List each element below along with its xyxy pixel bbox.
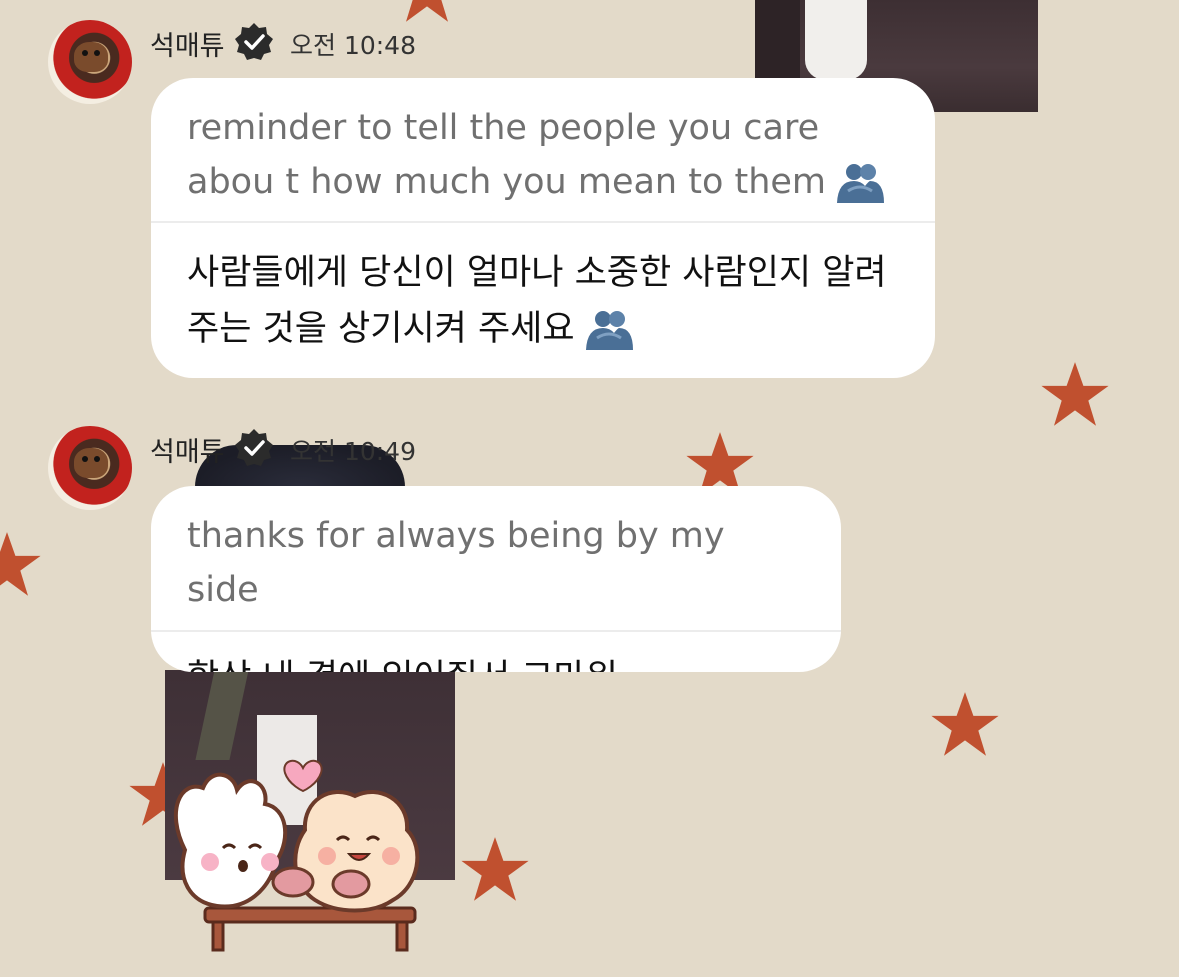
- avatar[interactable]: [48, 20, 132, 104]
- verified-badge-icon: [234, 22, 274, 62]
- star-decoration: [930, 690, 1000, 760]
- star-decoration: [392, 0, 462, 26]
- star-decoration: [0, 530, 42, 600]
- message-text-korean: 항상 내 곁에 있어줘서 고마워: [187, 650, 805, 672]
- hugging-people-icon: [834, 161, 886, 203]
- message-text-korean: 사람들에게 당신이 얼마나 소중한 사람인지 알려주는 것을 상기시켜 주세요: [187, 253, 887, 350]
- message-bubble[interactable]: reminder to tell the people you care abo…: [151, 78, 935, 378]
- avatar[interactable]: [48, 426, 132, 510]
- bunny-and-bear-sticker[interactable]: [165, 740, 440, 955]
- verified-badge-icon: [234, 428, 274, 468]
- message-time: 오전 10:48: [290, 31, 416, 60]
- message-time: 오전 10:49: [290, 437, 416, 466]
- message-text-english: thanks for always being by my side: [187, 516, 725, 610]
- message-text-english: reminder to tell the people you care abo…: [187, 101, 899, 209]
- star-decoration: [460, 835, 530, 905]
- sender-name[interactable]: 석매튜: [150, 430, 225, 469]
- message-bubble[interactable]: thanks for always being by my side 항상 내 …: [151, 486, 841, 672]
- sender-name[interactable]: 석매튜: [150, 24, 225, 63]
- star-decoration: [1040, 360, 1110, 430]
- hugging-people-icon: [583, 308, 635, 350]
